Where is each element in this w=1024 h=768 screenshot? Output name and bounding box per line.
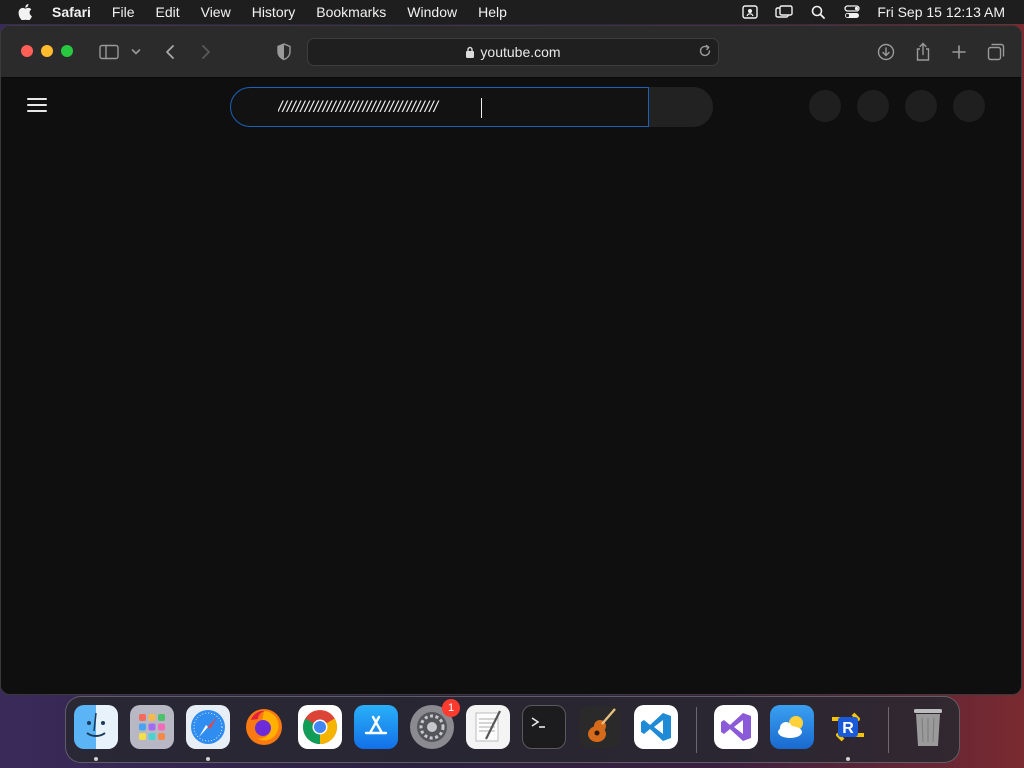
dock: 1 R [65, 696, 960, 763]
system-settings-badge: 1 [442, 699, 460, 717]
menu-bar: Safari File Edit View History Bookmarks … [0, 0, 1024, 24]
menu-edit[interactable]: Edit [155, 4, 179, 20]
screen-record-icon[interactable] [741, 4, 759, 20]
dock-textedit-icon[interactable] [466, 705, 510, 749]
dock-trash-icon[interactable] [906, 705, 950, 749]
search-button[interactable] [649, 87, 713, 127]
spotlight-search-icon[interactable] [809, 4, 827, 20]
dock-finder-icon[interactable] [74, 705, 118, 749]
apple-menu-icon[interactable] [18, 4, 34, 20]
dock-visual-studio-icon[interactable] [714, 705, 758, 749]
back-button-icon[interactable] [161, 40, 179, 64]
finder-running-indicator [94, 757, 98, 761]
share-icon[interactable] [913, 40, 933, 64]
avatar[interactable] [953, 90, 985, 122]
dock-garageband-icon[interactable] [578, 705, 622, 749]
dock-r-app-icon[interactable]: R [826, 705, 870, 749]
address-bar[interactable]: youtube.com [307, 38, 719, 66]
dock-terminal-icon[interactable] [522, 705, 566, 749]
dock-vscode-icon[interactable] [634, 705, 678, 749]
menu-view[interactable]: View [201, 4, 231, 20]
window-minimize-button[interactable] [41, 45, 53, 57]
dock-separator [696, 707, 697, 753]
apps-icon-placeholder[interactable] [857, 90, 889, 122]
window-fullscreen-button[interactable] [61, 45, 73, 57]
tab-group-chevron-down-icon[interactable] [129, 40, 143, 64]
dock-safari-icon[interactable] [186, 705, 230, 749]
menu-bar-clock[interactable]: Fri Sep 15 12:13 AM [877, 4, 1005, 20]
search-input[interactable] [278, 97, 638, 119]
window-close-button[interactable] [21, 45, 33, 57]
safari-window: youtube.com [0, 25, 1022, 695]
downloads-icon[interactable] [876, 40, 896, 64]
lock-icon [465, 46, 475, 58]
dock-separator [888, 707, 889, 753]
r-app-running-indicator [846, 757, 850, 761]
dock-weather-icon[interactable] [770, 705, 814, 749]
notifications-icon-placeholder[interactable] [905, 90, 937, 122]
menu-window[interactable]: Window [407, 4, 457, 20]
dock-app-store-icon[interactable] [354, 705, 398, 749]
guide-menu-icon[interactable] [27, 98, 47, 112]
address-text: youtube.com [480, 44, 561, 60]
youtube-page [1, 79, 1021, 694]
search-box[interactable] [230, 87, 649, 127]
menu-app-name[interactable]: Safari [52, 4, 91, 20]
sidebar-toggle-icon[interactable] [98, 40, 120, 64]
dock-launchpad-icon[interactable] [130, 705, 174, 749]
tab-overview-icon[interactable] [986, 40, 1006, 64]
menu-bookmarks[interactable]: Bookmarks [316, 4, 386, 20]
dock-system-settings-icon[interactable]: 1 [410, 699, 460, 749]
dock-firefox-icon[interactable] [242, 705, 286, 749]
screen-mirroring-icon[interactable] [775, 4, 794, 20]
browser-toolbar: youtube.com [1, 26, 1021, 78]
safari-running-indicator [206, 757, 210, 761]
menu-file[interactable]: File [112, 4, 135, 20]
reload-icon[interactable] [698, 44, 712, 61]
privacy-shield-icon[interactable] [274, 40, 294, 64]
menu-history[interactable]: History [252, 4, 296, 20]
svg-text:R: R [842, 720, 854, 737]
menu-help[interactable]: Help [478, 4, 507, 20]
forward-button-icon[interactable] [197, 40, 215, 64]
text-caret [481, 98, 482, 118]
new-tab-plus-icon[interactable] [949, 40, 969, 64]
control-center-icon[interactable] [843, 4, 861, 20]
dock-chrome-icon[interactable] [298, 705, 342, 749]
create-icon-placeholder[interactable] [809, 90, 841, 122]
